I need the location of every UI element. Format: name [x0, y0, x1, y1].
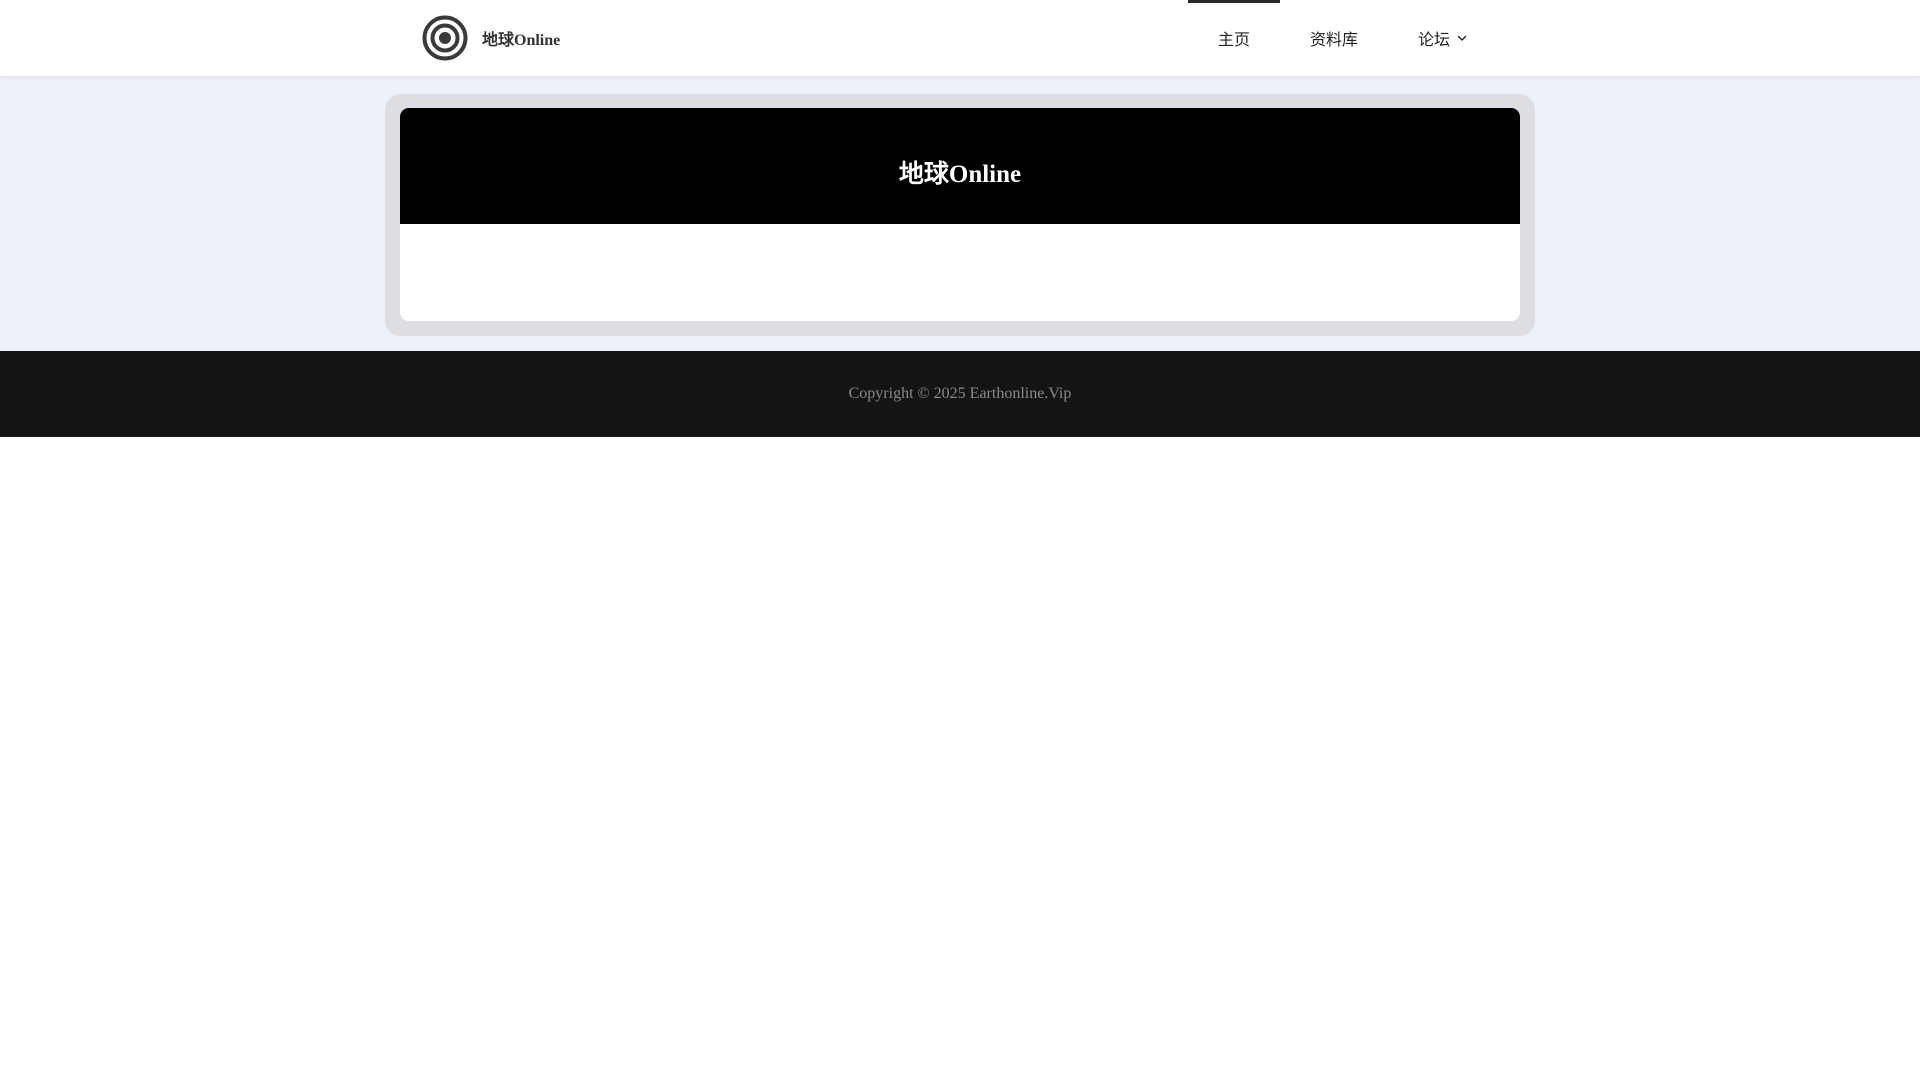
hero-body	[400, 224, 1520, 320]
nav-item-home-label: 主页	[1218, 30, 1251, 49]
main-nav: 主页 资料库 论坛	[1188, 0, 1498, 76]
nav-item-library-label: 资料库	[1310, 30, 1359, 49]
brand-home-link[interactable]: 地球Online	[422, 14, 560, 62]
hero-title: 地球Online	[898, 161, 1022, 188]
nav-item-forum[interactable]: 论坛	[1388, 0, 1498, 76]
concentric-circles-logo-icon	[422, 15, 468, 61]
hero-card: 地球Online	[400, 108, 1520, 321]
hero-banner: 地球Online	[400, 108, 1520, 224]
site-footer: Copyright © 2025 Earthonline.Vip	[0, 351, 1920, 437]
site-header: 地球Online 主页 资料库 论坛	[0, 0, 1920, 76]
hero-frame: 地球Online	[385, 94, 1535, 336]
chevron-down-icon	[1457, 35, 1467, 41]
main-content: 地球Online	[0, 76, 1920, 351]
nav-item-forum-label: 论坛	[1418, 30, 1451, 49]
brand-name: 地球Online	[482, 32, 561, 49]
copyright-text: Copyright © 2025 Earthonline.Vip	[848, 385, 1072, 402]
nav-item-library[interactable]: 资料库	[1280, 0, 1388, 76]
nav-item-home[interactable]: 主页	[1188, 0, 1281, 76]
